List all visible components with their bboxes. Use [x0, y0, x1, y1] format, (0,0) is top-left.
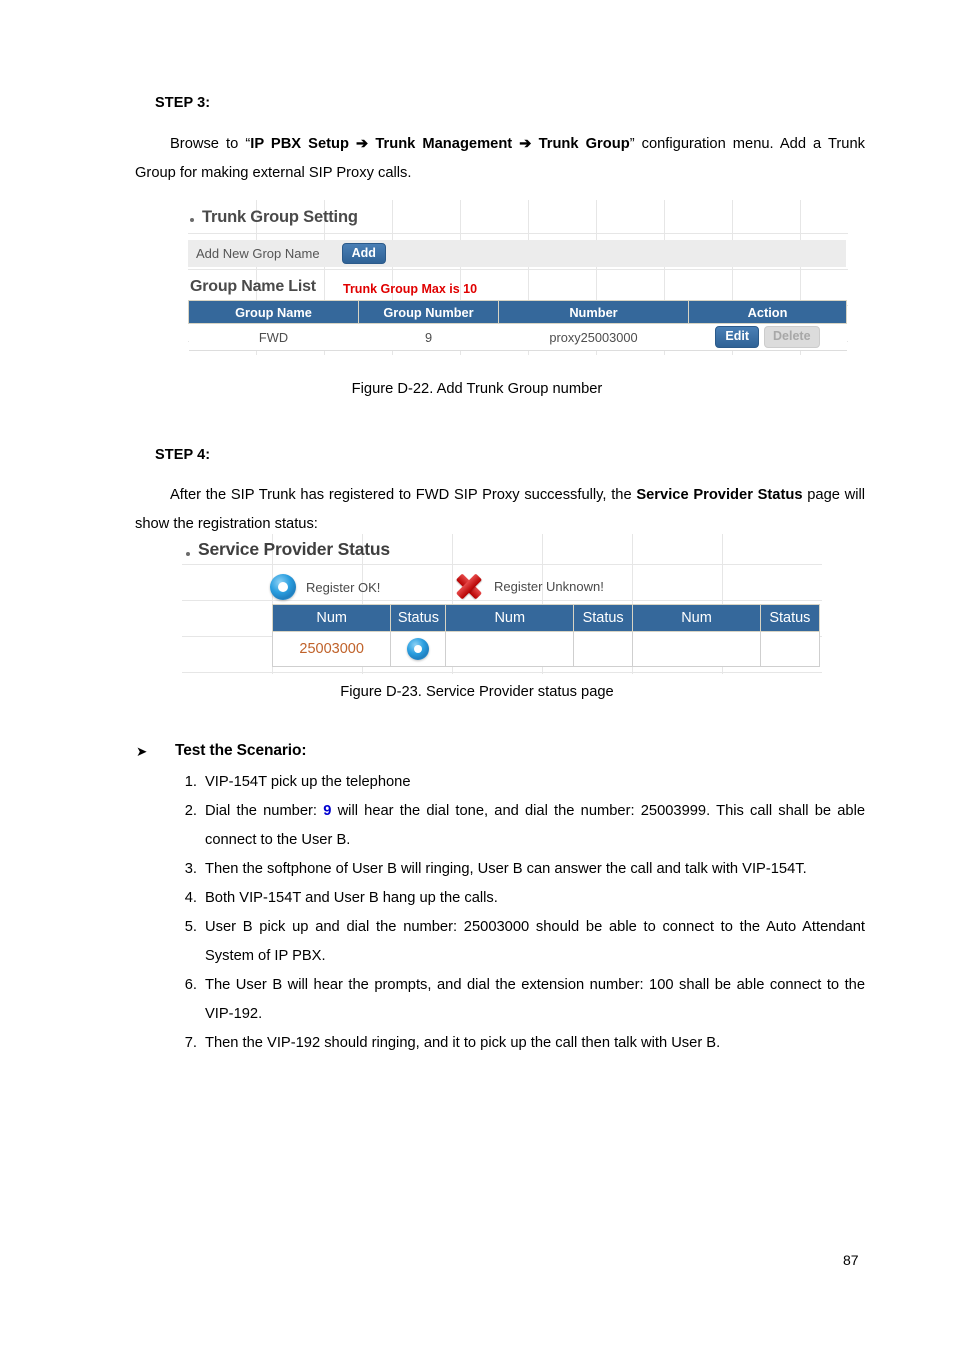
legend-register-ok: Register OK! [270, 574, 380, 600]
legend-label-register-ok: Register OK! [306, 579, 381, 595]
column-header-num-3: Num [632, 604, 761, 632]
column-header-num-2: Num [445, 604, 575, 632]
list-item-text: Then the VIP-192 should ringing, and it … [205, 1035, 721, 1051]
trunk-group-max-note: Trunk Group Max is 10 [343, 282, 478, 296]
column-header-num-1: Num [271, 604, 392, 632]
column-header-group-name: Group Name [188, 300, 359, 324]
list-item: 5. User B pick up and dial the number: 2… [185, 913, 865, 971]
cell-group-name: FWD [188, 323, 359, 351]
list-item: 7. Then the VIP-192 should ringing, and … [185, 1029, 865, 1058]
service-provider-status-title: Service Provider Status [198, 539, 390, 559]
list-item-text: User B pick up and dial the number: 2500… [205, 919, 865, 964]
cell-number: proxy25003000 [498, 323, 689, 351]
figure-d22-caption: Figure D-22. Add Trunk Group number [351, 381, 603, 397]
scenario-heading: Test the Scenario: [175, 742, 307, 759]
column-header-status-2: Status [573, 604, 634, 632]
bullet-icon [186, 552, 190, 556]
list-item-marker: 4. [184, 890, 197, 906]
list-item-text: The User B will hear the prompts, and di… [205, 977, 865, 1022]
red-x-icon [454, 572, 484, 600]
list-item-marker: 7. [184, 1035, 197, 1051]
column-header-number: Number [498, 300, 689, 324]
list-item: 2. Dial the number: 9 will hear the dial… [185, 797, 865, 855]
add-new-group-row: Add New Grop Name Add [188, 240, 846, 267]
table-row: 25003000 [271, 631, 821, 667]
step3-paragraph: Browse to “IP PBX Setup ➔ Trunk Manageme… [135, 130, 865, 188]
list-item: 3. Then the softphone of User B will rin… [185, 855, 865, 884]
delete-button[interactable]: Delete [764, 326, 820, 348]
bullet-icon [190, 218, 194, 222]
step3-label: STEP 3: [155, 95, 211, 111]
list-item-marker: 1. [184, 774, 197, 790]
document-page: STEP 3: Browse to “IP PBX Setup ➔ Trunk … [0, 0, 954, 1350]
legend-register-unknown: Register Unknown! [454, 572, 604, 600]
column-header-action: Action [688, 300, 847, 324]
service-provider-status-table: Num Status Num Status Num Status 2500300… [271, 604, 821, 667]
list-item: 6. The User B will hear the prompts, and… [185, 971, 865, 1029]
page-number: 87 [843, 1252, 859, 1268]
cell-status-1 [390, 631, 447, 667]
add-new-group-label: Add New Grop Name [196, 246, 320, 261]
list-item-marker: 3. [184, 861, 197, 877]
cell-status-3 [759, 631, 821, 667]
list-item-marker: 5. [184, 919, 197, 935]
list-item-marker: 6. [184, 977, 197, 993]
cell-num-3 [632, 631, 761, 667]
cell-action: Edit Delete [688, 323, 847, 351]
trunk-group-setting-title: Trunk Group Setting [202, 208, 358, 226]
group-name-list-title: Group Name List [190, 278, 316, 295]
step4-paragraph: After the SIP Trunk has registered to FW… [135, 481, 865, 539]
figure-d23-caption: Figure D-23. Service Provider status pag… [340, 684, 614, 700]
cell-group-number: 9 [358, 323, 499, 351]
edit-button[interactable]: Edit [715, 326, 760, 348]
list-item-text: VIP-154T pick up the telephone [205, 774, 411, 790]
blue-ring-icon [407, 638, 430, 660]
step3-para-pre: Browse to “ [170, 136, 251, 152]
cell-num-1: 25003000 [271, 631, 392, 667]
arrow-bullet-icon: ➤ [136, 744, 148, 759]
trunk-group-table: Group Name Group Number Number Action FW… [188, 300, 847, 351]
column-header-group-number: Group Number [358, 300, 499, 324]
list-item-text-pre: Dial the number: [205, 803, 324, 819]
cell-num-2 [445, 631, 575, 667]
step4-para-bold: Service Provider Status [636, 487, 803, 503]
table-header-row: Num Status Num Status Num Status [271, 604, 821, 632]
figure-service-provider-status: Service Provider Status Register OK! Reg… [182, 534, 822, 674]
list-item-marker: 2. [184, 803, 197, 819]
step4-label: STEP 4: [155, 447, 211, 463]
column-header-status-3: Status [759, 604, 821, 632]
list-item-text: Then the softphone of User B will ringin… [205, 861, 807, 877]
cell-status-2 [573, 631, 634, 667]
add-button[interactable]: Add [341, 242, 386, 265]
figure-trunk-group-setting: Trunk Group Setting Add New Grop Name Ad… [188, 200, 848, 355]
blue-ring-icon [270, 574, 296, 600]
column-header-status-1: Status [390, 604, 447, 632]
list-item-text: Both VIP-154T and User B hang up the cal… [205, 890, 498, 906]
table-header-row: Group Name Group Number Number Action [188, 300, 847, 324]
step3-para-bold: IP PBX Setup ➔ Trunk Management ➔ Trunk … [250, 136, 630, 152]
step4-para-pre: After the SIP Trunk has registered to FW… [170, 487, 637, 503]
table-row: FWD 9 proxy25003000 Edit Delete [188, 323, 847, 351]
legend-label-register-unknown: Register Unknown! [494, 578, 604, 594]
list-item: 4. Both VIP-154T and User B hang up the … [185, 884, 865, 913]
list-item: 1. VIP-154T pick up the telephone [185, 768, 865, 797]
